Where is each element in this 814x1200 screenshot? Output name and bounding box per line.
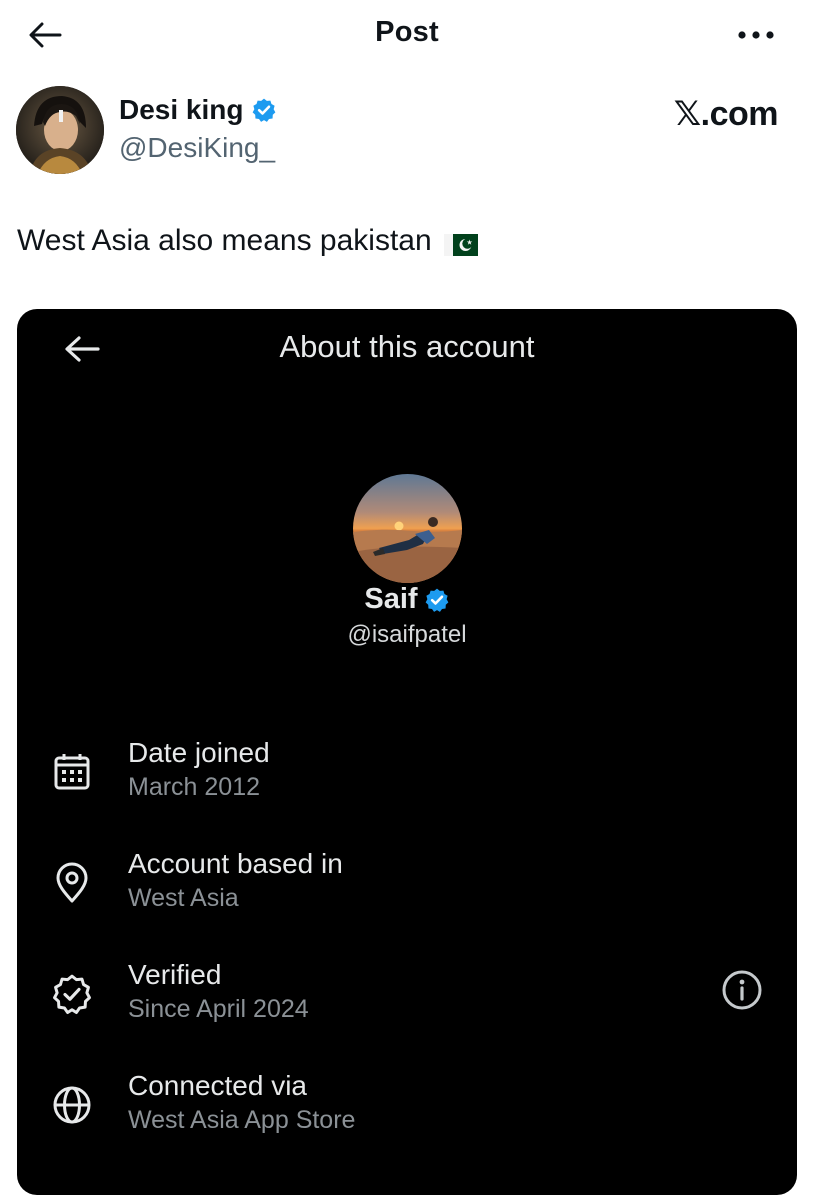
verified-badge-icon xyxy=(425,588,448,612)
pakistan-flag-icon xyxy=(443,230,478,256)
post-text-row: West Asia also means pakistan xyxy=(17,224,478,258)
info-value: March 2012 xyxy=(128,773,261,801)
post-text: West Asia also means pakistan xyxy=(17,224,432,257)
info-value: West Asia App Store xyxy=(128,1106,356,1134)
globe-icon xyxy=(47,1080,97,1130)
embedded-profile-name-row: Saif xyxy=(17,583,797,616)
embedded-screenshot[interactable]: About this account Saif @isaifpatel Date… xyxy=(17,309,797,1195)
more-options-button[interactable] xyxy=(732,18,780,52)
embedded-profile-name: Saif xyxy=(364,583,418,615)
location-pin-icon xyxy=(47,858,97,908)
post-author: Desi king @DesiKing_ 𝕏.com xyxy=(16,86,796,178)
info-row-connected-via: Connected via West Asia App Store xyxy=(17,1070,797,1150)
avatar-illustration xyxy=(16,86,104,174)
info-value: Since April 2024 xyxy=(128,995,309,1023)
author-avatar[interactable] xyxy=(16,86,104,174)
info-title: Verified xyxy=(128,959,222,990)
embedded-profile-avatar xyxy=(353,474,462,583)
info-value: West Asia xyxy=(128,884,239,912)
info-row-verified: Verified Since April 2024 xyxy=(17,959,797,1039)
info-icon xyxy=(722,970,762,1010)
author-name-row[interactable]: Desi king xyxy=(119,94,277,126)
author-name: Desi king xyxy=(119,94,244,125)
info-row-account-based-in: Account based in West Asia xyxy=(17,848,797,928)
more-horizontal-icon xyxy=(738,31,774,39)
top-bar: Post xyxy=(0,0,814,70)
info-row-date-joined: Date joined March 2012 xyxy=(17,737,797,817)
verified-info-button xyxy=(719,967,765,1013)
info-title: Date joined xyxy=(128,737,270,768)
author-handle[interactable]: @DesiKing_ xyxy=(119,132,275,164)
info-title: Account based in xyxy=(128,848,343,879)
page-title: Post xyxy=(375,16,439,48)
embedded-profile-handle: @isaifpatel xyxy=(347,621,467,648)
calendar-icon xyxy=(47,747,97,797)
verified-badge-icon xyxy=(253,98,276,122)
verified-check-icon xyxy=(47,969,97,1019)
brand-watermark: 𝕏.com xyxy=(673,95,779,133)
info-title: Connected via xyxy=(128,1070,308,1101)
embedded-title: About this account xyxy=(279,329,535,364)
